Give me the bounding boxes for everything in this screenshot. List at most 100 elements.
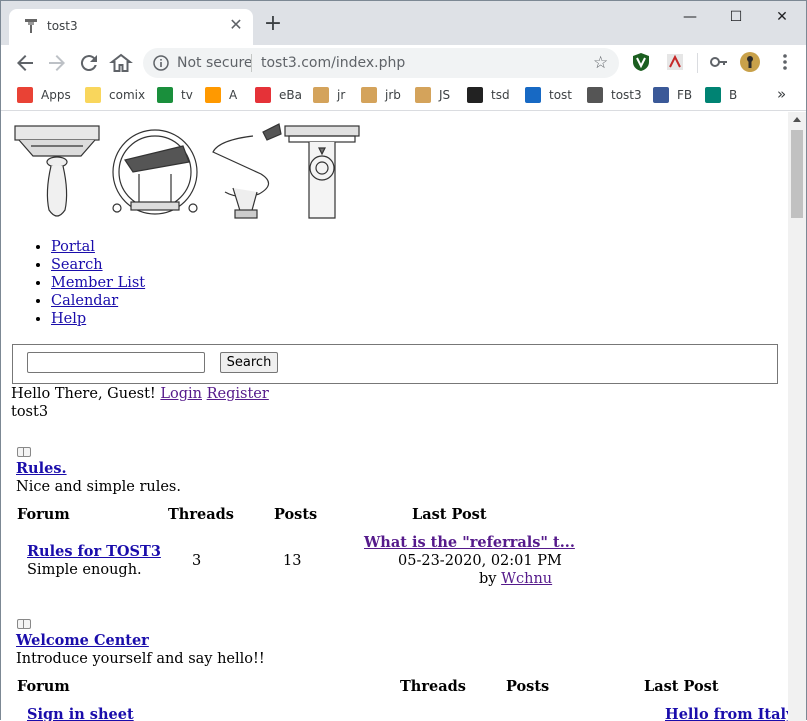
bookmark-label: comix xyxy=(109,88,146,102)
board-name: tost3 xyxy=(11,404,49,420)
page-content: Portal Search Member List Calendar Help … xyxy=(1,112,788,721)
maximize-button[interactable]: ☐ xyxy=(713,1,759,33)
folder-icon xyxy=(85,87,101,103)
category-description: Nice and simple rules. xyxy=(16,479,181,495)
page-icon xyxy=(313,87,329,103)
category-title-welcome-center[interactable]: Welcome Center xyxy=(16,632,149,650)
tost-icon xyxy=(587,87,603,103)
column-header-threads: Threads xyxy=(400,678,466,695)
search-input[interactable] xyxy=(27,352,205,373)
close-window-button[interactable]: ✕ xyxy=(759,1,805,33)
page-scrollbar[interactable] xyxy=(788,112,806,721)
last-post-byline: by Wchnu xyxy=(479,570,552,588)
column-header-posts: Posts xyxy=(274,506,318,523)
forum-link[interactable]: Rules for TOST3 xyxy=(27,543,161,561)
page-icon xyxy=(415,87,431,103)
tost-logo[interactable] xyxy=(13,122,361,222)
new-tab-button[interactable]: + xyxy=(263,13,283,35)
main-nav: Portal Search Member List Calendar Help xyxy=(51,238,145,328)
nav-item-portal: Portal xyxy=(51,238,145,256)
guest-greeting: Hello There, Guest! xyxy=(11,386,156,402)
tost-favicon-icon xyxy=(25,19,37,33)
login-link[interactable]: Login xyxy=(160,386,202,402)
forum-link[interactable]: Sign in sheet xyxy=(27,706,134,721)
bookmark-label: tost3 xyxy=(611,88,642,102)
menu-kebab-icon[interactable] xyxy=(775,52,795,72)
page-icon xyxy=(361,87,377,103)
url-text[interactable]: tost3.com/index.php xyxy=(261,55,405,71)
bookmark-label: tv xyxy=(181,88,193,102)
nav-item-help: Help xyxy=(51,310,145,328)
bookmarks-bar: Apps comix tv AeBa jr jrb JS tsd tost tost3 FB B » xyxy=(1,81,806,111)
search-form: Search xyxy=(12,344,778,384)
bookmark-star-icon[interactable]: ☆ xyxy=(593,54,608,72)
nav-link-portal[interactable]: Portal xyxy=(51,239,95,255)
search-button[interactable]: Search xyxy=(220,352,278,373)
bookmark-label: tsd xyxy=(491,88,510,102)
category-title-rules[interactable]: Rules. xyxy=(16,460,67,478)
nav-link-member-list[interactable]: Member List xyxy=(51,275,145,291)
last-post-date: 05-23-2020, 02:01 PM xyxy=(398,553,562,569)
welcome-line: Hello There, Guest! Login Register xyxy=(11,385,269,403)
last-post-link[interactable]: Hello from Italy xyxy=(665,706,788,721)
scroll-up-arrow-icon[interactable] xyxy=(793,117,801,122)
nav-item-calendar: Calendar xyxy=(51,292,145,310)
bookmark-label: FB xyxy=(677,88,693,102)
key-icon[interactable] xyxy=(709,52,729,72)
z-icon xyxy=(157,87,173,103)
minimize-button[interactable]: — xyxy=(667,1,713,33)
s-icon xyxy=(467,87,483,103)
ebay-bag-icon xyxy=(255,87,271,103)
bing-icon xyxy=(705,87,721,103)
nav-item-search: Search xyxy=(51,256,145,274)
bookmark-label: jr xyxy=(337,88,346,102)
nav-link-calendar[interactable]: Calendar xyxy=(51,293,118,309)
category-description: Introduce yourself and say hello!! xyxy=(16,651,265,667)
apps-grid-icon xyxy=(17,87,33,103)
security-status: Not secure xyxy=(177,55,253,71)
nav-link-search[interactable]: Search xyxy=(51,257,103,273)
column-header-posts: Posts xyxy=(506,678,550,695)
nav-link-help[interactable]: Help xyxy=(51,311,86,327)
bookmark-label: A xyxy=(229,88,238,102)
forum-thread-count: 3 xyxy=(192,553,202,569)
column-header-forum: Forum xyxy=(17,678,70,695)
bookmark-label: JS xyxy=(439,88,451,102)
tab-close-icon[interactable]: ✕ xyxy=(227,16,245,34)
forward-arrow-icon[interactable] xyxy=(45,51,69,75)
pdf-extension-icon[interactable] xyxy=(665,52,685,72)
bookmark-label: tost xyxy=(549,88,573,102)
tab-title: tost3 xyxy=(47,19,78,33)
nav-item-member-list: Member List xyxy=(51,274,145,292)
reload-icon[interactable] xyxy=(77,51,101,75)
register-link[interactable]: Register xyxy=(207,386,269,402)
last-post-by-prefix: by xyxy=(479,571,497,587)
tab-strip: tost3 ✕ + — ☐ ✕ xyxy=(1,1,806,45)
bookmark-label: jrb xyxy=(385,88,401,102)
toolbar-divider xyxy=(697,53,698,73)
column-header-last-post: Last Post xyxy=(412,506,487,523)
bookmarks-overflow-icon[interactable]: » xyxy=(777,85,786,103)
forum-description: Simple enough. xyxy=(27,562,142,578)
column-header-threads: Threads xyxy=(168,506,234,523)
pb-icon xyxy=(525,87,541,103)
profile-avatar[interactable] xyxy=(739,51,761,73)
collapse-toggle-icon[interactable] xyxy=(17,619,31,629)
address-bar[interactable]: Not secure tost3.com/index.php ☆ xyxy=(143,48,619,78)
info-icon[interactable] xyxy=(153,55,169,71)
browser-tab[interactable]: tost3 ✕ xyxy=(9,9,253,45)
shield-extension-icon[interactable] xyxy=(631,52,651,72)
column-header-last-post: Last Post xyxy=(644,678,719,695)
browser-toolbar: Not secure tost3.com/index.php ☆ xyxy=(1,45,806,81)
omnibox-divider xyxy=(251,54,252,72)
home-icon[interactable] xyxy=(109,51,133,75)
bookmark-label: B xyxy=(729,88,738,102)
collapse-toggle-icon[interactable] xyxy=(17,447,31,457)
back-arrow-icon[interactable] xyxy=(13,51,37,75)
facebook-icon xyxy=(653,87,669,103)
last-post-author-link[interactable]: Wchnu xyxy=(501,571,552,587)
scrollbar-thumb[interactable] xyxy=(791,130,803,218)
last-post-link[interactable]: What is the "referrals" t... xyxy=(364,534,575,552)
column-header-forum: Forum xyxy=(17,506,70,523)
bookmark-label: Apps xyxy=(41,88,71,102)
